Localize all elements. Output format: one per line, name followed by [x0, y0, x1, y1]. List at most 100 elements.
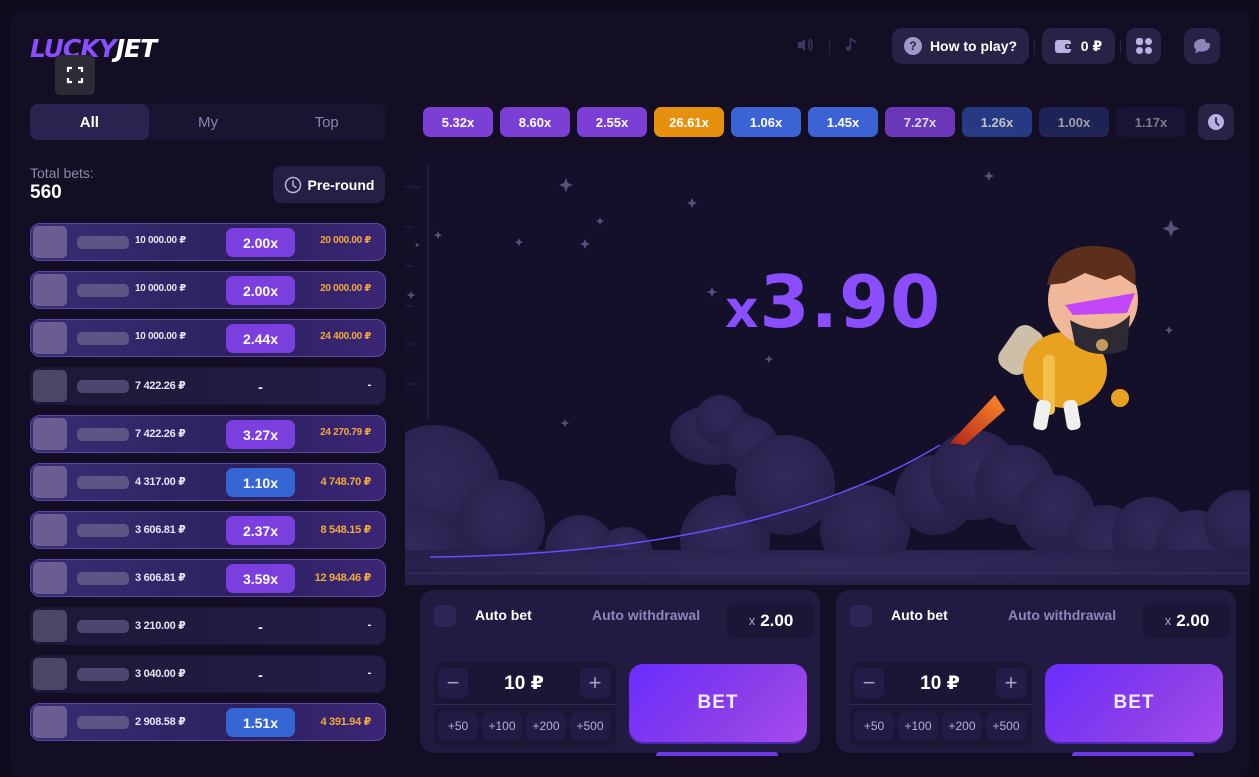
quick-add-button[interactable]: +50	[438, 712, 478, 740]
fullscreen-button[interactable]	[55, 55, 95, 95]
bet-row: 4 317.00 ₽ 1.10x 4 748.70 ₽	[30, 463, 386, 501]
clouds	[405, 395, 1250, 585]
quick-add-button[interactable]: +500	[986, 712, 1026, 740]
auto-bet-label[interactable]: Auto bet	[891, 607, 948, 623]
avatar	[33, 658, 67, 690]
win-amount: -	[367, 667, 372, 679]
minus-icon: −	[862, 670, 876, 695]
bet-amount: 3 606.81 ₽	[135, 572, 186, 584]
menu-button[interactable]	[1126, 28, 1161, 64]
stake-control: − 10 ₽ + +50 +100 +200 +500	[434, 662, 616, 747]
win-amount: 4 748.70 ₽	[320, 476, 371, 488]
music-note-icon[interactable]	[846, 37, 858, 58]
player-name-hidden	[77, 572, 129, 585]
quick-add-button[interactable]: +50	[854, 712, 894, 740]
bet-button[interactable]: BET	[629, 664, 807, 742]
history-multiplier[interactable]: 1.06x	[731, 107, 801, 137]
bet-coefficient: 2.44x	[226, 324, 295, 353]
y-axis	[405, 165, 429, 420]
bet-coefficient: 2.00x	[226, 276, 295, 305]
bet-amount: 3 606.81 ₽	[135, 524, 186, 536]
history-multiplier[interactable]: 1.45x	[808, 107, 878, 137]
auto-withdrawal-input[interactable]: x 2.00	[1143, 603, 1231, 638]
player-name-hidden	[77, 236, 129, 249]
total-bets-value: 560	[30, 182, 62, 203]
stake-input[interactable]: 10 ₽	[890, 672, 990, 695]
quick-add-button[interactable]: +100	[482, 712, 522, 740]
quick-add-button[interactable]: +500	[570, 712, 610, 740]
decrease-stake-button[interactable]: −	[438, 668, 468, 698]
auto-bet-checkbox[interactable]	[850, 605, 872, 627]
avatar	[33, 466, 67, 498]
win-amount: 24 400.00 ₽	[320, 331, 371, 342]
logo-jet: JET	[115, 34, 157, 63]
history-multiplier[interactable]: 2.55x	[577, 107, 647, 137]
player-name-hidden	[77, 380, 129, 393]
auto-bet-label[interactable]: Auto bet	[475, 607, 532, 623]
quick-add-button[interactable]: +200	[526, 712, 566, 740]
bet-row: 3 210.00 ₽ - -	[30, 607, 386, 645]
bets-tabs: All My Top	[30, 104, 386, 140]
quick-add-button[interactable]: +200	[942, 712, 982, 740]
increase-stake-button[interactable]: +	[996, 668, 1026, 698]
auto-bet-checkbox[interactable]	[434, 605, 456, 627]
auto-withdrawal-toggle[interactable]: Auto withdrawal	[1008, 607, 1116, 623]
bet-coefficient: 3.59x	[226, 564, 295, 593]
tab-all[interactable]: All	[30, 104, 149, 140]
multiplier-x: x	[748, 613, 756, 628]
balance-display[interactable]: 0 ₽	[1042, 28, 1115, 64]
bet-panel-1: Auto bet Auto withdrawal x 2.00 − 10 ₽ +…	[420, 590, 820, 756]
auto-withdrawal-input[interactable]: x 2.00	[727, 603, 815, 638]
current-multiplier: x3.90	[725, 260, 941, 344]
stake-input[interactable]: 10 ₽	[474, 672, 574, 695]
bet-amount: 3 040.00 ₽	[135, 668, 186, 680]
player-name-hidden	[77, 428, 129, 441]
history-multiplier[interactable]: 8.60x	[500, 107, 570, 137]
auto-withdrawal-toggle[interactable]: Auto withdrawal	[592, 607, 700, 623]
auto-withdrawal-value: 2.00	[760, 610, 794, 630]
bet-amount: 10 000.00 ₽	[135, 283, 186, 294]
win-amount: 24 270.79 ₽	[320, 427, 371, 438]
bet-row: 10 000.00 ₽ 2.44x 24 400.00 ₽	[30, 319, 386, 357]
player-name-hidden	[77, 524, 129, 537]
tab-top[interactable]: Top	[267, 104, 386, 140]
bet-amount: 7 422.26 ₽	[135, 380, 186, 392]
history-multiplier[interactable]: 26.61x	[654, 107, 724, 137]
tab-my[interactable]: My	[149, 104, 268, 140]
balance-value: 0 ₽	[1080, 37, 1103, 54]
bet-amount: 10 000.00 ₽	[135, 235, 186, 246]
history-multiplier[interactable]: 1.00x	[1039, 107, 1109, 137]
history-multiplier[interactable]: 1.17x	[1116, 107, 1186, 137]
pre-round-button[interactable]: Pre-round	[273, 166, 385, 203]
increase-stake-button[interactable]: +	[580, 668, 610, 698]
total-bets-label: Total bets:	[30, 165, 94, 181]
bet-button[interactable]: BET	[1045, 664, 1223, 742]
history-button[interactable]	[1198, 104, 1234, 140]
bet-row: 3 040.00 ₽ - -	[30, 655, 386, 693]
header-separator	[1034, 40, 1035, 54]
avatar	[33, 706, 67, 738]
bet-coefficient: -	[258, 618, 263, 635]
player-name-hidden	[77, 668, 129, 681]
decrease-stake-button[interactable]: −	[854, 668, 884, 698]
history-multiplier[interactable]: 1.26x	[962, 107, 1032, 137]
history-multiplier[interactable]: 7.27x	[885, 107, 955, 137]
win-amount: 12 948.46 ₽	[314, 572, 372, 584]
avatar	[33, 322, 67, 354]
bet-row: 3 606.81 ₽ 3.59x 12 948.46 ₽	[30, 559, 386, 597]
chat-button[interactable]	[1184, 28, 1220, 64]
win-amount: -	[367, 379, 372, 391]
bet-row: 10 000.00 ₽ 2.00x 20 000.00 ₽	[30, 271, 386, 309]
bet-row: 10 000.00 ₽ 2.00x 20 000.00 ₽	[30, 223, 386, 261]
bet-coefficient: 2.37x	[226, 516, 295, 545]
player-name-hidden	[77, 332, 129, 345]
avatar	[33, 514, 67, 546]
quick-add-button[interactable]: +100	[898, 712, 938, 740]
how-to-play-button[interactable]: ? How to play?	[892, 28, 1029, 64]
bet-row: 7 422.26 ₽ 3.27x 24 270.79 ₽	[30, 415, 386, 453]
speaker-icon[interactable]	[796, 37, 814, 58]
avatar	[33, 610, 67, 642]
history-multiplier[interactable]: 5.32x	[423, 107, 493, 137]
bet-coefficient: -	[258, 666, 263, 683]
bet-panel-2: Auto bet Auto withdrawal x 2.00 − 10 ₽ +…	[836, 590, 1236, 756]
